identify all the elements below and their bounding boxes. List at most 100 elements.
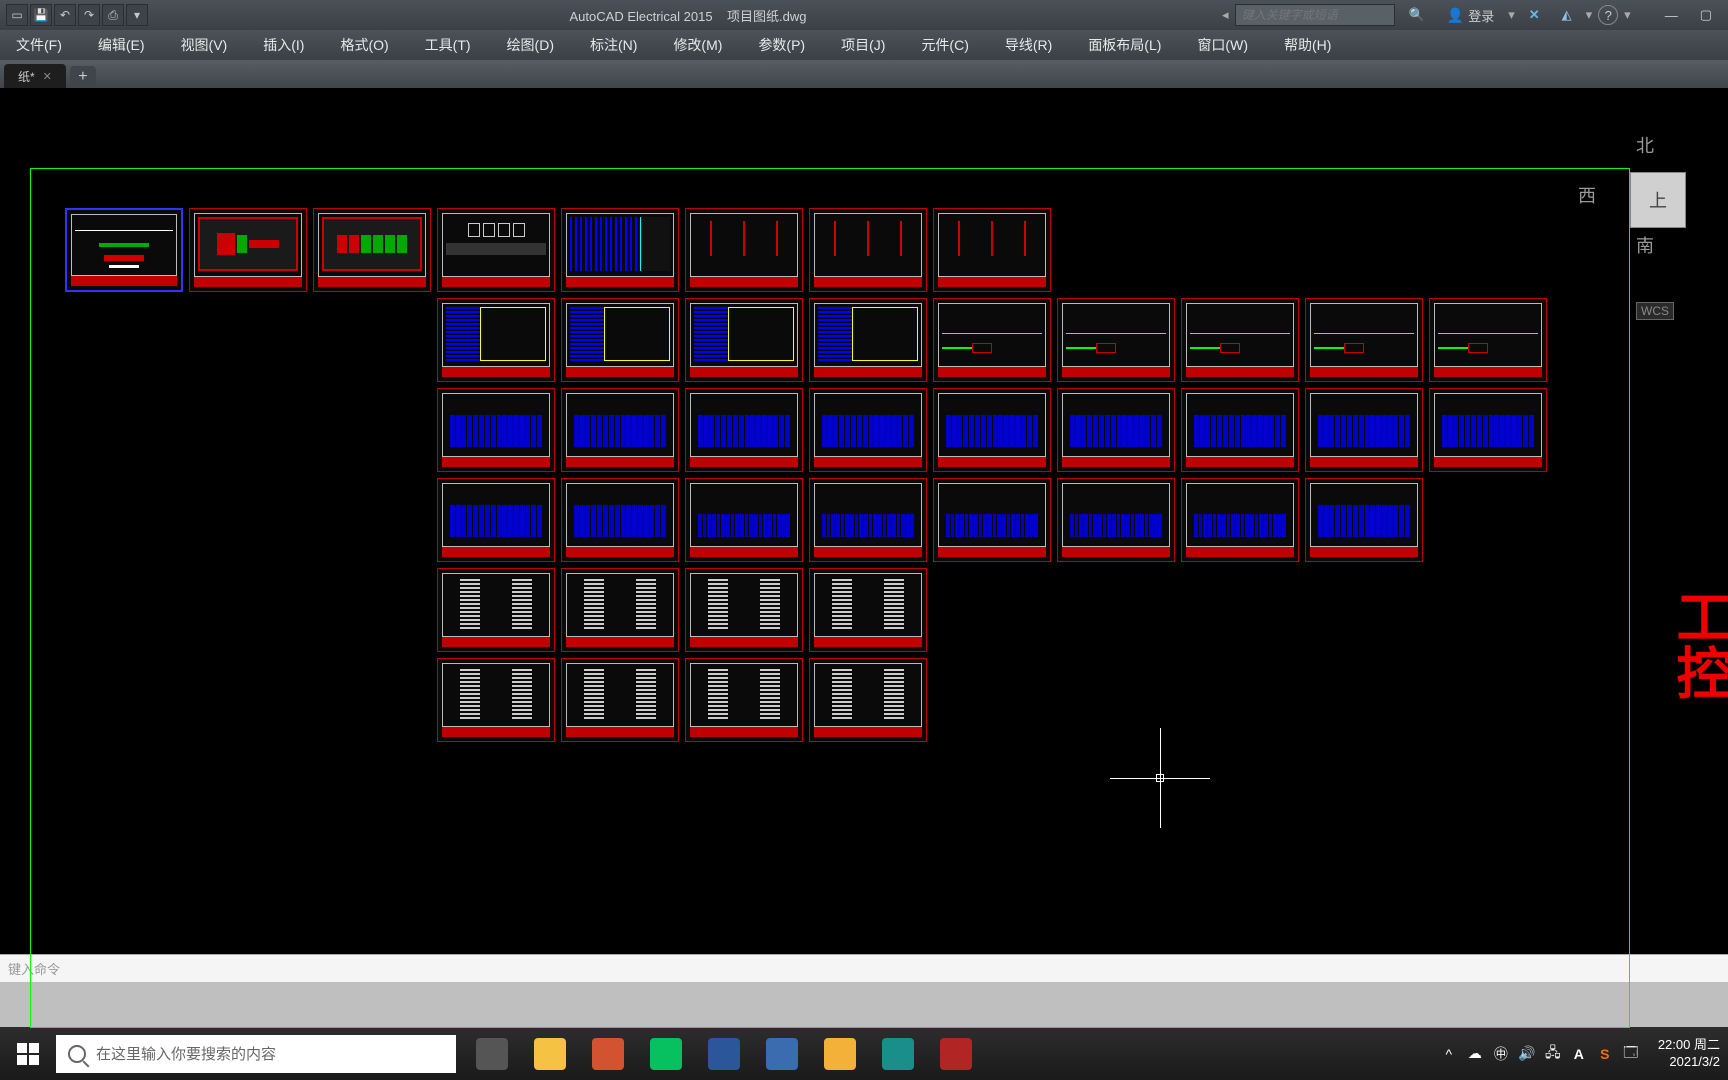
drawing-sheet-thumbnail[interactable] [1057, 298, 1175, 382]
qat-save-icon[interactable]: 💾 [30, 4, 52, 26]
drawing-sheet-thumbnail[interactable] [685, 568, 803, 652]
drawing-sheet-thumbnail[interactable] [1181, 298, 1299, 382]
menu-help[interactable]: 帮助(H) [1278, 31, 1337, 59]
drawing-sheet-thumbnail[interactable] [1305, 298, 1423, 382]
drawing-sheet-thumbnail[interactable] [313, 208, 431, 292]
drawing-sheet-thumbnail[interactable] [809, 568, 927, 652]
tray-ime-icon[interactable]: ㊥ [1492, 1045, 1510, 1063]
viewcube-wcs-label[interactable]: WCS [1636, 302, 1674, 320]
tray-letter-icon[interactable]: A [1570, 1045, 1588, 1063]
menu-format[interactable]: 格式(O) [334, 31, 394, 59]
viewcube-south[interactable]: 南 [1636, 232, 1654, 258]
a360-icon[interactable]: ◭ [1554, 5, 1580, 25]
drawing-sheet-thumbnail[interactable] [437, 208, 555, 292]
drawing-sheet-thumbnail[interactable] [437, 568, 555, 652]
menu-component[interactable]: 元件(C) [915, 31, 974, 59]
drawing-sheet-thumbnail[interactable] [1057, 478, 1175, 562]
search-input[interactable] [1235, 4, 1395, 26]
drawing-sheet-thumbnail[interactable] [561, 388, 679, 472]
taskbar-app-wechat[interactable] [638, 1027, 694, 1080]
tray-network-icon[interactable]: 🖧 [1544, 1045, 1562, 1063]
menu-draw[interactable]: 绘图(D) [501, 31, 560, 59]
viewcube-top-face[interactable]: 上 [1630, 172, 1686, 228]
drawing-sheet-thumbnail[interactable] [1181, 478, 1299, 562]
drawing-sheet-thumbnail[interactable] [685, 208, 803, 292]
drawing-canvas[interactable]: 北 西 上 南 WCS 工控 [0, 88, 1728, 954]
drawing-sheet-thumbnail[interactable] [561, 208, 679, 292]
menu-tools[interactable]: 工具(T) [419, 31, 477, 59]
search-prev-icon[interactable]: ◂ [1222, 7, 1229, 23]
menu-modify[interactable]: 修改(M) [667, 31, 728, 59]
menu-edit[interactable]: 编辑(E) [92, 31, 151, 59]
new-tab-button[interactable]: + [70, 66, 96, 88]
view-cube[interactable]: 北 西 上 南 WCS [1578, 132, 1718, 272]
qat-new-icon[interactable]: ▭ [6, 4, 28, 26]
exchange-icon[interactable]: ✕ [1521, 5, 1548, 25]
drawing-sheet-thumbnail[interactable] [1057, 388, 1175, 472]
qat-dropdown-icon[interactable]: ▾ [126, 4, 148, 26]
qat-redo-icon[interactable]: ↷ [78, 4, 100, 26]
minimize-button[interactable]: — [1657, 6, 1686, 25]
viewcube-west[interactable]: 西 [1578, 182, 1596, 208]
drawing-sheet-thumbnail[interactable] [933, 298, 1051, 382]
tray-battery-icon[interactable]: 🗔 [1622, 1045, 1640, 1063]
drawing-sheet-thumbnail[interactable] [933, 388, 1051, 472]
tray-onedrive-icon[interactable]: ☁ [1466, 1045, 1484, 1063]
menu-insert[interactable]: 插入(I) [257, 31, 310, 59]
drawing-sheet-thumbnail[interactable] [437, 658, 555, 742]
drawing-sheet-thumbnail[interactable] [685, 298, 803, 382]
search-binoculars-icon[interactable]: 🔍 [1401, 5, 1433, 25]
taskbar-app-word[interactable] [696, 1027, 752, 1080]
drawing-sheet-thumbnail[interactable] [1305, 388, 1423, 472]
taskbar-app-powerpoint[interactable] [580, 1027, 636, 1080]
menu-window[interactable]: 窗口(W) [1191, 31, 1254, 59]
tray-volume-icon[interactable]: 🔊 [1518, 1045, 1536, 1063]
menu-file[interactable]: 文件(F) [10, 31, 68, 59]
drawing-sheet-thumbnail[interactable] [437, 478, 555, 562]
start-button[interactable] [0, 1027, 56, 1080]
drawing-sheet-thumbnail[interactable] [685, 478, 803, 562]
drawing-sheet-thumbnail[interactable] [685, 388, 803, 472]
menu-parametric[interactable]: 参数(P) [752, 31, 811, 59]
menu-wire[interactable]: 导线(R) [999, 31, 1058, 59]
drawing-sheet-thumbnail[interactable] [809, 388, 927, 472]
taskbar-app-taskview[interactable] [464, 1027, 520, 1080]
drawing-sheet-thumbnail[interactable] [1181, 388, 1299, 472]
drawing-sheet-thumbnail[interactable] [1429, 298, 1547, 382]
drawing-sheet-thumbnail[interactable] [933, 208, 1051, 292]
drawing-sheet-thumbnail[interactable] [809, 658, 927, 742]
taskbar-clock[interactable]: 22:00 周二 2021/3/2 [1650, 1037, 1728, 1071]
drawing-sheet-thumbnail[interactable] [809, 298, 927, 382]
drawing-sheet-thumbnail[interactable] [437, 388, 555, 472]
a360-dropdown-icon[interactable]: ▾ [1586, 7, 1593, 23]
taskbar-app-app-blue[interactable] [754, 1027, 810, 1080]
maximize-button[interactable]: ▢ [1692, 5, 1720, 25]
help-dropdown-icon[interactable]: ▾ [1624, 7, 1631, 23]
qat-undo-icon[interactable]: ↶ [54, 4, 76, 26]
document-tab-active[interactable]: 纸* ✕ [4, 64, 66, 88]
menu-view[interactable]: 视图(V) [175, 31, 234, 59]
drawing-sheet-thumbnail[interactable] [1429, 388, 1547, 472]
drawing-sheet-thumbnail[interactable] [65, 208, 183, 292]
tray-chevron-up-icon[interactable]: ^ [1440, 1045, 1458, 1063]
login-button[interactable]: 👤登录 [1439, 4, 1502, 27]
drawing-sheet-thumbnail[interactable] [189, 208, 307, 292]
menu-project[interactable]: 项目(J) [835, 31, 891, 59]
drawing-sheet-thumbnail[interactable] [809, 208, 927, 292]
drawing-sheet-thumbnail[interactable] [561, 298, 679, 382]
help-icon[interactable]: ? [1598, 5, 1618, 25]
drawing-sheet-thumbnail[interactable] [809, 478, 927, 562]
drawing-sheet-thumbnail[interactable] [437, 298, 555, 382]
drawing-sheet-thumbnail[interactable] [561, 568, 679, 652]
menu-dimension[interactable]: 标注(N) [584, 31, 643, 59]
drawing-sheet-thumbnail[interactable] [933, 478, 1051, 562]
taskbar-app-chrome[interactable] [522, 1027, 578, 1080]
qat-print-icon[interactable]: ⎙ [102, 4, 124, 26]
taskbar-app-autocad[interactable] [928, 1027, 984, 1080]
drawing-sheet-thumbnail[interactable] [1305, 478, 1423, 562]
viewcube-north[interactable]: 北 [1636, 132, 1654, 158]
login-dropdown-icon[interactable]: ▾ [1508, 7, 1515, 23]
menu-panel-layout[interactable]: 面板布局(L) [1082, 31, 1167, 59]
tray-sogou-icon[interactable]: S [1596, 1045, 1614, 1063]
taskbar-app-explorer[interactable] [812, 1027, 868, 1080]
